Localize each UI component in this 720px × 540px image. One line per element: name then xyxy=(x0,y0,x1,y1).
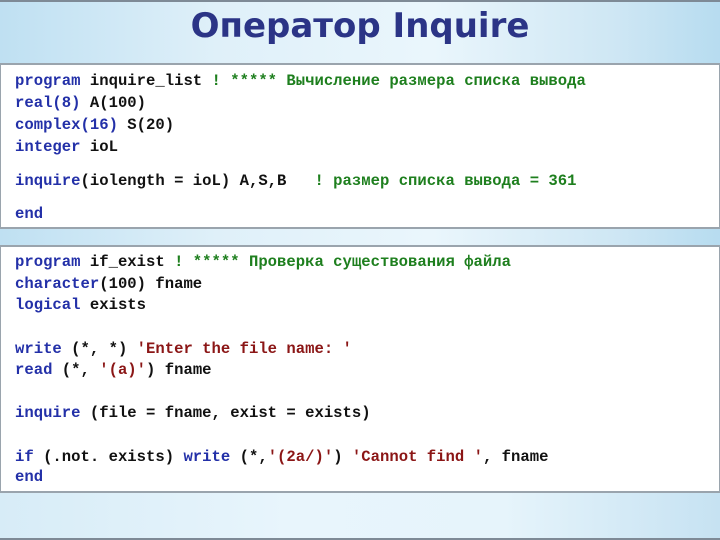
code-keyword: complex(16) xyxy=(15,116,118,134)
code-keyword: read xyxy=(15,361,53,379)
code-comment: ! ***** Вычисление размера списка вывода xyxy=(211,72,586,90)
code-line: logical exists xyxy=(15,295,146,315)
code-comment: ! ***** Проверка существования файла xyxy=(174,253,511,271)
code-line: complex(16) S(20) xyxy=(15,115,174,135)
code-text: (100) fname xyxy=(99,275,203,293)
code-keyword: program xyxy=(15,72,81,90)
code-line: inquire (file = fname, exist = exists) xyxy=(15,403,371,423)
code-keyword: write xyxy=(183,448,231,466)
code-text: (file = fname, exist = exists) xyxy=(80,404,371,422)
code-line: program inquire_list ! ***** Вычисление … xyxy=(15,71,586,91)
code-text: S(20) xyxy=(117,116,175,134)
code-line: read (*, '(a)') fname xyxy=(15,360,212,380)
code-text: (*, xyxy=(230,448,268,466)
code-text: , fname xyxy=(482,448,549,466)
code-text: exists xyxy=(80,296,147,314)
footer-band xyxy=(0,491,720,540)
code-line: end xyxy=(15,467,43,487)
code-keyword: write xyxy=(15,340,62,358)
code-keyword: logical xyxy=(15,296,81,314)
code-keyword: inquire xyxy=(15,172,81,190)
code-keyword: character xyxy=(15,275,100,293)
code-text: (.not. exists) xyxy=(33,448,184,466)
code-line: inquire(iolength = ioL) A,S,B ! размер с… xyxy=(15,171,577,191)
code-text: (*, *) xyxy=(61,340,137,358)
code-string: '(a)' xyxy=(99,361,147,379)
code-line: if (.not. exists) write (*,'(2a/)') 'Can… xyxy=(15,447,548,467)
code-keyword: end xyxy=(15,205,44,223)
separator-band xyxy=(0,227,720,247)
code-text: ioL xyxy=(80,138,118,156)
code-text: ) xyxy=(333,448,352,466)
code-keyword: program xyxy=(15,253,81,271)
code-line: real(8) A(100) xyxy=(15,93,146,113)
code-text: (iolength = ioL) A,S,B xyxy=(80,172,315,190)
code-block-if-exist: program if_exist ! ***** Проверка сущест… xyxy=(0,247,720,491)
code-block-inquire-list: program inquire_list ! ***** Вычисление … xyxy=(0,65,720,227)
code-keyword: inquire xyxy=(15,404,81,422)
code-keyword: if xyxy=(15,448,34,466)
code-line: end xyxy=(15,204,43,224)
code-text: A(100) xyxy=(80,94,147,112)
code-line: write (*, *) 'Enter the file name: ' xyxy=(15,339,352,359)
code-line: character(100) fname xyxy=(15,274,202,294)
code-comment: ! размер списка вывода = 361 xyxy=(314,172,577,190)
code-text: inquire_list xyxy=(80,72,212,90)
code-string: 'Cannot find ' xyxy=(351,448,483,466)
code-line: program if_exist ! ***** Проверка сущест… xyxy=(15,252,511,272)
code-keyword: integer xyxy=(15,138,81,156)
code-line: integer ioL xyxy=(15,137,118,157)
code-keyword: real(8) xyxy=(15,94,81,112)
slide-title: Оператор Inquire xyxy=(190,6,530,46)
code-text: ) fname xyxy=(146,361,212,379)
code-text: if_exist xyxy=(80,253,175,271)
code-text: (*, xyxy=(52,361,100,379)
code-keyword: end xyxy=(15,468,44,486)
code-string: 'Enter the file name: ' xyxy=(136,340,352,358)
code-string: '(2a/)' xyxy=(267,448,334,466)
